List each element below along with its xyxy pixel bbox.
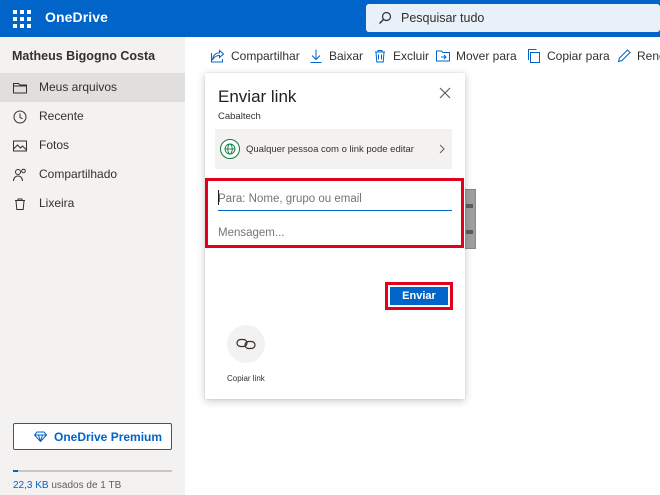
search-icon bbox=[379, 11, 392, 24]
globe-icon bbox=[220, 139, 240, 159]
link-icon bbox=[236, 338, 256, 350]
storage-text[interactable]: 22,3 KB usados de 1 TB bbox=[13, 480, 121, 491]
storage-used: 22,3 KB bbox=[13, 480, 49, 491]
sidebar-item-label: Meus arquivos bbox=[39, 80, 118, 94]
copy-link-button[interactable] bbox=[227, 325, 265, 363]
message-input[interactable] bbox=[218, 223, 452, 243]
sidebar-item-compartilhado[interactable]: Compartilhado bbox=[0, 160, 185, 189]
people-icon bbox=[13, 168, 26, 182]
download-button[interactable]: Baixar bbox=[308, 48, 368, 64]
close-icon[interactable] bbox=[438, 86, 452, 100]
user-name: Matheus Bigogno Costa bbox=[12, 49, 156, 63]
storage-bar bbox=[13, 470, 172, 472]
onedrive-premium-button[interactable]: OneDrive Premium bbox=[13, 423, 172, 450]
move-icon bbox=[436, 50, 450, 62]
dialog-title: Enviar link bbox=[218, 87, 297, 106]
diamond-icon bbox=[34, 431, 47, 442]
app-launcher-icon[interactable] bbox=[8, 6, 32, 30]
copy-icon bbox=[528, 49, 540, 63]
rename-icon bbox=[617, 49, 631, 63]
command-bar: Compartilhar Baixar Excluir Mover para C… bbox=[185, 37, 660, 74]
sidebar: Matheus Bigogno Costa Meus arquivos Rece… bbox=[0, 37, 185, 495]
download-icon bbox=[310, 49, 322, 63]
storage-fill bbox=[13, 470, 18, 472]
command-label: Copiar para bbox=[547, 49, 610, 63]
delete-button[interactable]: Excluir bbox=[372, 48, 432, 64]
rename-button[interactable]: Reno bbox=[616, 48, 660, 64]
sidebar-item-label: Fotos bbox=[39, 138, 70, 152]
photo-icon bbox=[13, 140, 27, 152]
storage-rest: usados de 1 TB bbox=[48, 480, 122, 491]
chevron-right-icon bbox=[439, 144, 445, 154]
trash-icon bbox=[375, 50, 385, 63]
link-permission-setting[interactable]: Qualquer pessoa com o link pode editar bbox=[215, 129, 452, 169]
sidebar-item-recente[interactable]: Recente bbox=[0, 102, 185, 131]
search-box[interactable]: Pesquisar tudo bbox=[366, 4, 660, 32]
copy-to-button[interactable]: Copiar para bbox=[526, 48, 611, 64]
top-bar: OneDrive Pesquisar tudo bbox=[0, 0, 660, 37]
share-icon bbox=[211, 49, 225, 63]
command-label: Excluir bbox=[393, 49, 430, 63]
move-to-button[interactable]: Mover para bbox=[435, 48, 520, 64]
sidebar-item-label: Recente bbox=[39, 109, 84, 123]
premium-label: OneDrive Premium bbox=[54, 430, 163, 444]
send-link-dialog: Enviar link Cabaltech Qualquer pessoa co… bbox=[205, 73, 465, 399]
trash-icon bbox=[15, 198, 25, 210]
folder-icon bbox=[13, 83, 27, 94]
sidebar-item-lixeira[interactable]: Lixeira bbox=[0, 189, 185, 218]
search-placeholder: Pesquisar tudo bbox=[401, 11, 485, 25]
sidebar-item-meus-arquivos[interactable]: Meus arquivos bbox=[0, 73, 185, 102]
recipient-input[interactable] bbox=[218, 187, 452, 211]
sidebar-item-label: Lixeira bbox=[39, 196, 75, 210]
sidebar-item-label: Compartilhado bbox=[39, 167, 118, 181]
command-label: Reno bbox=[637, 49, 660, 63]
dialog-subtitle: Cabaltech bbox=[218, 111, 261, 122]
clock-icon bbox=[13, 110, 27, 124]
permission-label: Qualquer pessoa com o link pode editar bbox=[246, 144, 414, 155]
sidebar-item-fotos[interactable]: Fotos bbox=[0, 131, 185, 160]
text-caret bbox=[218, 190, 219, 205]
command-label: Compartilhar bbox=[231, 49, 300, 63]
send-button[interactable]: Enviar bbox=[390, 287, 448, 305]
command-label: Mover para bbox=[456, 49, 517, 63]
send-highlight: Enviar bbox=[385, 282, 453, 310]
copy-link-label: Copiar link bbox=[227, 374, 265, 383]
command-label: Baixar bbox=[329, 49, 364, 63]
app-name[interactable]: OneDrive bbox=[45, 9, 108, 25]
